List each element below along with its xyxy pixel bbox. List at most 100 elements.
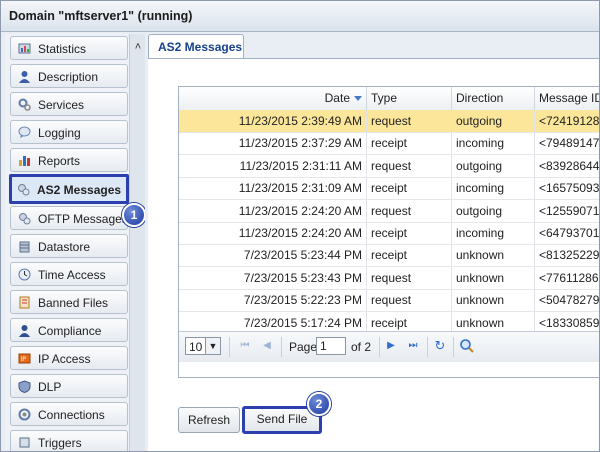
- table-row[interactable]: 11/23/2015 2:24:20 AM request outgoing <125…: [179, 199, 599, 223]
- sidebar-item-label: Connections: [38, 408, 105, 422]
- table-cell: outgoing: [452, 110, 535, 132]
- sidebar: Statistics Description Services Logging …: [5, 34, 145, 451]
- sidebar-item-label: IP Access: [38, 352, 91, 366]
- database-icon: [19, 241, 30, 253]
- ip-access-icon: IP: [18, 353, 31, 364]
- table-cell: <12559071: [535, 200, 599, 222]
- table-cell: 7/23/2015 5:22:23 PM: [179, 289, 367, 312]
- table-row[interactable]: 11/23/2015 2:37:29 AM receipt incoming <794…: [179, 132, 599, 156]
- sidebar-item-connections[interactable]: Connections: [10, 402, 128, 426]
- sidebar-item-datastore[interactable]: Datastore: [10, 234, 128, 258]
- compliance-icon: [19, 325, 30, 337]
- sidebar-item-oftp-messages[interactable]: OFTP Messages: [10, 206, 128, 230]
- page-number-input[interactable]: 1: [316, 337, 346, 355]
- sidebar-item-compliance[interactable]: Compliance: [10, 318, 128, 342]
- sidebar-item-ip-access[interactable]: IP IP Access: [10, 346, 128, 370]
- sidebar-item-time-access[interactable]: Time Access: [10, 262, 128, 286]
- page-size-select[interactable]: 10 ▼: [185, 337, 221, 355]
- main-content: AS2 Messages Date Type Direction Message…: [148, 34, 599, 451]
- table-cell: receipt: [367, 132, 452, 155]
- sidebar-item-label: Banned Files: [38, 296, 109, 310]
- callout-badge-2: 2: [307, 392, 331, 416]
- sidebar-item-label: Statistics: [38, 42, 87, 56]
- sidebar-item-label: Datastore: [38, 240, 91, 254]
- pagination-toolbar: 10 ▼ ⏮ ◀ Page 1 of 2 ▶ ⏭ ↻: [179, 331, 599, 362]
- column-header-direction[interactable]: Direction: [452, 87, 535, 110]
- sidebar-item-label: Services: [38, 98, 85, 112]
- last-page-icon[interactable]: ⏭: [405, 338, 421, 354]
- search-icon[interactable]: [459, 338, 475, 354]
- sidebar-item-label: Triggers: [38, 436, 82, 450]
- table-row[interactable]: 11/23/2015 2:39:49 AM request outgoing <724…: [179, 110, 599, 133]
- sidebar-item-label: Time Access: [38, 268, 106, 282]
- messages-panel: Date Type Direction Message ID 11/23/201…: [148, 58, 599, 451]
- table-cell: 11/23/2015 2:37:29 AM: [179, 132, 367, 155]
- table-row[interactable]: 7/23/2015 5:23:43 PM request unknown <77611…: [179, 266, 599, 290]
- table-cell: incoming: [452, 132, 535, 155]
- grid-header: Date Type Direction Message ID: [179, 87, 599, 111]
- sidebar-item-triggers[interactable]: Triggers: [10, 430, 128, 451]
- triggers-icon: [19, 437, 30, 448]
- messages-grid: Date Type Direction Message ID 11/23/201…: [178, 86, 599, 378]
- svg-text:IP: IP: [21, 356, 27, 363]
- refresh-button[interactable]: Refresh: [178, 407, 240, 433]
- window-title: Domain "mftserver1" (running): [9, 9, 193, 23]
- column-header-date[interactable]: Date: [179, 87, 367, 110]
- table-row[interactable]: 11/23/2015 2:31:11 AM request outgoing <839…: [179, 154, 599, 178]
- table-cell: <50478279: [535, 289, 599, 311]
- title-bar: Domain "mftserver1" (running): [1, 1, 599, 32]
- chevron-down-icon: ▼: [205, 338, 220, 354]
- column-header-message-id[interactable]: Message ID: [535, 87, 599, 110]
- sidebar-item-banned-files[interactable]: Banned Files: [10, 290, 128, 314]
- column-header-type[interactable]: Type: [367, 87, 452, 110]
- sidebar-item-statistics[interactable]: Statistics: [10, 36, 128, 60]
- table-row[interactable]: 11/23/2015 2:31:09 AM receipt incoming <165…: [179, 177, 599, 201]
- first-page-icon[interactable]: ⏮: [237, 338, 253, 354]
- log-bubble-icon: [18, 126, 31, 138]
- sort-descending-icon: [354, 96, 362, 102]
- callout-badge-1: 1: [122, 203, 145, 227]
- page-total: of 2: [351, 340, 372, 354]
- table-cell: <72419128: [535, 110, 599, 132]
- banned-files-icon: [19, 296, 30, 309]
- sidebar-item-reports[interactable]: Reports: [10, 148, 128, 172]
- table-cell: unknown: [452, 266, 535, 289]
- sidebar-scrollbar[interactable]: ˄: [129, 34, 145, 451]
- table-cell: outgoing: [452, 154, 535, 177]
- table-cell: request: [367, 154, 452, 177]
- sidebar-item-label: AS2 Messages: [37, 183, 122, 197]
- page-label: Page: [289, 340, 318, 354]
- chevron-up-icon[interactable]: ˄: [131, 40, 145, 54]
- tab-label: AS2 Messages: [158, 40, 243, 54]
- table-cell: 11/23/2015 2:31:11 AM: [179, 154, 367, 177]
- table-row[interactable]: 11/23/2015 2:24:20 AM receipt incoming <647…: [179, 222, 599, 245]
- table-cell: incoming: [452, 222, 535, 244]
- sidebar-item-dlp[interactable]: DLP: [10, 374, 128, 398]
- sidebar-item-description[interactable]: Description: [10, 64, 128, 88]
- app-window: Domain "mftserver1" (running) Statistics…: [0, 0, 600, 452]
- previous-page-icon[interactable]: ◀: [259, 338, 275, 354]
- table-cell: outgoing: [452, 199, 535, 222]
- oftp-messages-icon: [19, 213, 31, 225]
- table-cell: request: [367, 199, 452, 222]
- sidebar-item-as2-messages[interactable]: AS2 Messages: [9, 174, 129, 204]
- sidebar-item-label: DLP: [38, 380, 62, 394]
- sidebar-item-services[interactable]: Services: [10, 92, 128, 116]
- shield-icon: [18, 380, 31, 393]
- sidebar-item-label: Logging: [38, 126, 81, 140]
- table-row[interactable]: 7/23/2015 5:22:23 PM request unknown <50478…: [179, 289, 599, 313]
- next-page-icon[interactable]: ▶: [383, 338, 399, 354]
- table-cell: 11/23/2015 2:24:20 AM: [179, 222, 367, 244]
- table-cell: receipt: [367, 222, 452, 244]
- table-cell: request: [367, 266, 452, 289]
- table-cell: 11/23/2015 2:24:20 AM: [179, 199, 367, 222]
- sidebar-item-logging[interactable]: Logging: [10, 120, 128, 144]
- table-cell: request: [367, 110, 452, 132]
- table-cell: 7/23/2015 5:23:43 PM: [179, 266, 367, 289]
- refresh-icon[interactable]: ↻: [432, 338, 448, 354]
- table-cell: <83928644: [535, 155, 599, 177]
- table-row[interactable]: 7/23/2015 5:23:44 PM receipt unknown <81325…: [179, 244, 599, 268]
- table-cell: unknown: [452, 289, 535, 312]
- table-cell: 7/23/2015 5:23:44 PM: [179, 244, 367, 267]
- tab-as2-messages[interactable]: AS2 Messages: [148, 34, 244, 58]
